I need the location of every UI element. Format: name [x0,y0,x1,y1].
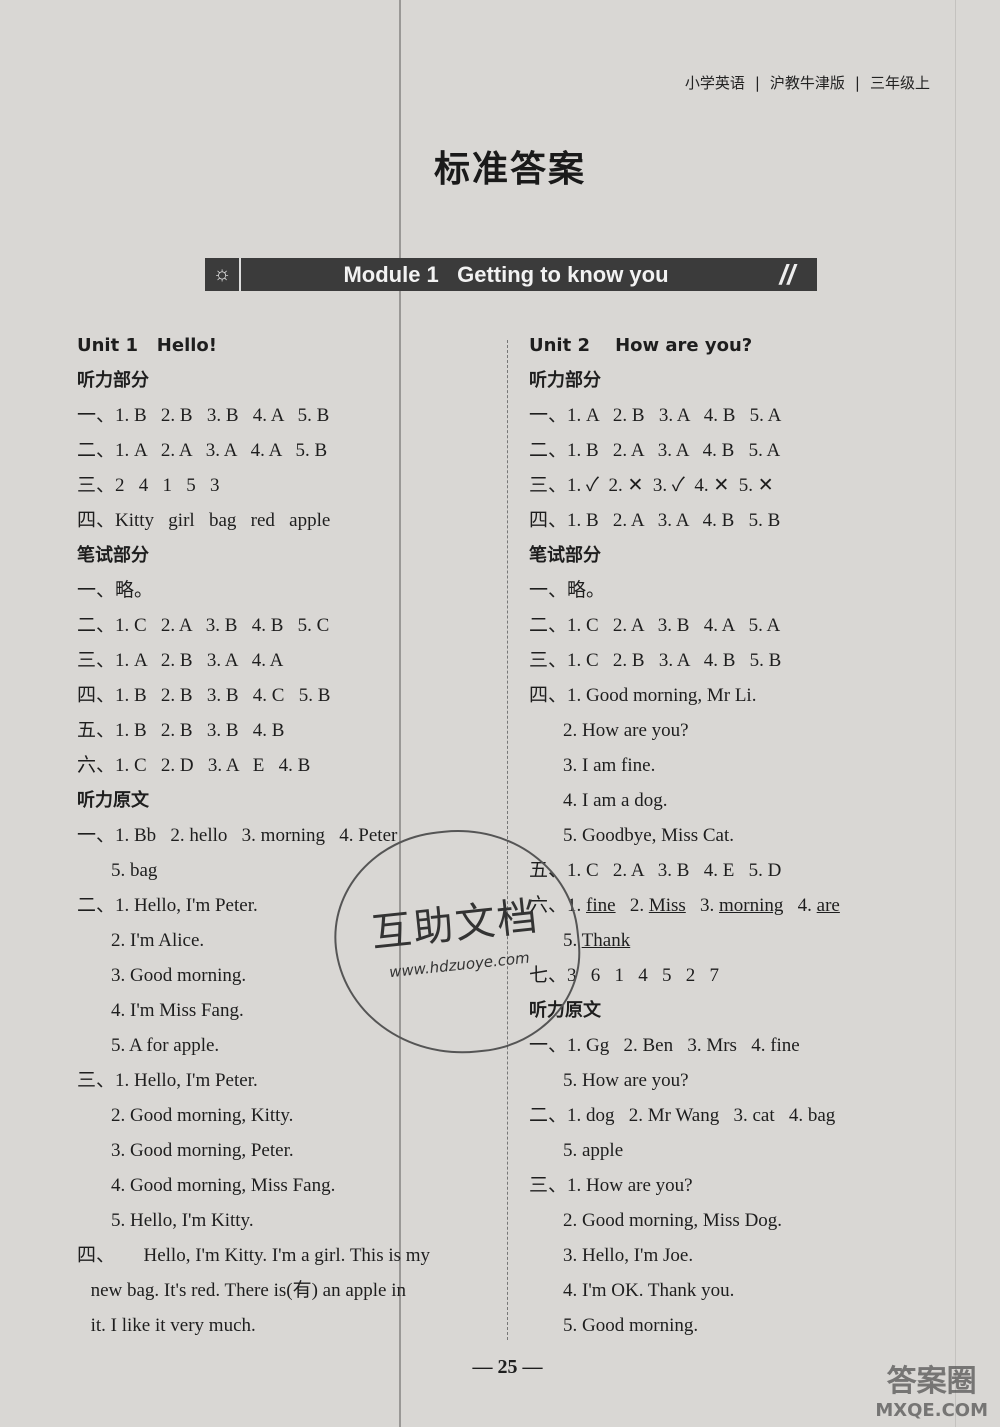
section-heading: 听力部分 [77,370,149,391]
underlined-answer: Thank [581,930,631,951]
answer-line: 5. bag [111,860,158,881]
answer-line: 四、1. B 2. B 3. B 4. C 5. B [77,685,331,706]
section-heading: Unit 1 Hello! [77,335,217,356]
answer-line: 三、1. A 2. B 3. A 4. A [77,650,284,671]
page-title: 标准答案 [433,149,586,190]
answer-line: 二、1. dog 2. Mr Wang 3. cat 4. bag [529,1105,836,1126]
answer-text: 4. [783,895,817,916]
answer-line: 5. Good morning. [563,1315,699,1336]
corner-logo: 答案圈 MXQE.COM [875,1356,988,1421]
answer-line: 二、1. C 2. A 3. B 4. A 5. A [529,615,781,636]
underlined-answer: morning [719,895,784,916]
slash-decoration: // [779,259,795,290]
answer-line: 二、1. C 2. A 3. B 4. B 5. C [77,615,330,636]
section-heading: 听力原文 [77,790,149,811]
answer-line: 3. Good morning. [111,965,247,986]
answer-line: 2. Good morning, Miss Dog. [563,1210,783,1231]
answer-line: 4. I'm OK. Thank you. [563,1280,735,1301]
answer-line: 一、1. A 2. B 3. A 4. B 5. A [529,405,782,426]
answer-line: 3. I am fine. [563,755,656,776]
header-edition: 沪教牛津版 [769,74,845,92]
answer-line: 三、1. ✓ 2. ✕ 3. ✓ 4. ✕ 5. ✕ [529,475,774,496]
answer-line: 2. How are you? [563,720,689,741]
logo-url: MXQE.COM [875,1400,988,1421]
answer-line: 二、1. B 2. A 3. A 4. B 5. A [529,440,781,461]
answer-line: 四、Kitty girl bag red apple [77,510,331,531]
answer-line: 一、略。 [77,580,154,601]
answer-text: 3. [685,895,720,916]
answer-text: 2. [615,895,649,916]
answer-line: 三、1. How are you? [529,1175,693,1196]
answer-line: 5. apple [563,1140,624,1161]
answer-line: new bag. It's red. There is(有) an apple … [90,1280,407,1301]
answer-line: 5. Goodbye, Miss Cat. [563,825,734,846]
answer-line: 三、2 4 1 5 3 [77,475,220,496]
section-heading: 笔试部分 [529,545,601,566]
page-fold [399,0,401,1427]
answer-line: 六、1. C 2. D 3. A E 4. B [77,755,311,776]
answer-line: 二、1. A 2. A 3. A 4. A 5. B [77,440,328,461]
page-edge [955,0,956,1427]
logo-text: 答案圈 [886,1364,977,1399]
module-title: Module 1 Getting to know you [343,262,669,287]
answer-line: 二、1. Hello, I'm Peter. [77,895,258,916]
answer-line: 3. Good morning, Peter. [111,1140,294,1161]
answer-line: 一、略。 [529,580,606,601]
answer-line: 4. Good morning, Miss Fang. [111,1175,336,1196]
answer-line: 2. Good morning, Kitty. [111,1105,294,1126]
answer-line: 四、1. Good morning, Mr Li. [529,685,757,706]
answer-line: 三、1. Hello, I'm Peter. [77,1070,258,1091]
section-heading: 笔试部分 [77,545,149,566]
underlined-answer: are [816,895,840,916]
answer-line: 一、1. Bb 2. hello 3. morning 4. Peter [77,825,398,846]
answer-line: 5. How are you? [563,1070,689,1091]
answer-line: it. I like it very much. [90,1315,256,1336]
running-header: 小学英语 | 沪教牛津版 | 三年级上 [684,74,930,92]
answer-line: 一、1. Gg 2. Ben 3. Mrs 4. fine [529,1035,800,1056]
answer-line: 2. I'm Alice. [111,930,205,951]
section-heading: 听力部分 [529,370,601,391]
answer-line: 五、1. B 2. B 3. B 4. B [77,720,285,741]
lightbulb-icon: ☼ [205,258,241,291]
section-heading: Unit 2 How are you? [529,335,753,356]
header-grade: 三年级上 [869,74,930,92]
answer-line: 4. I'm Miss Fang. [111,1000,244,1021]
answer-line: 三、1. C 2. B 3. A 4. B 5. B [529,650,782,671]
answer-line: 四、 Hello, I'm Kitty. I'm a girl. This is… [77,1245,431,1266]
answer-line: 一、1. B 2. B 3. B 4. A 5. B [77,405,330,426]
answer-line: 3. Hello, I'm Joe. [563,1245,694,1266]
header-subject: 小学英语 [684,74,745,92]
page-number: — 25 — [472,1356,543,1378]
watermark-stamp: 互助文档 www.hdzuoye.com [323,817,591,1067]
answer-line: 4. I am a dog. [563,790,668,811]
answer-line: 5. A for apple. [111,1035,220,1056]
module-banner: ☼ Module 1 Getting to know you // [205,258,817,291]
underlined-answer: fine [586,895,616,916]
answer-line: 四、1. B 2. A 3. A 4. B 5. B [529,510,781,531]
underlined-answer: Miss [648,895,686,916]
answer-line: 5. Hello, I'm Kitty. [111,1210,254,1231]
